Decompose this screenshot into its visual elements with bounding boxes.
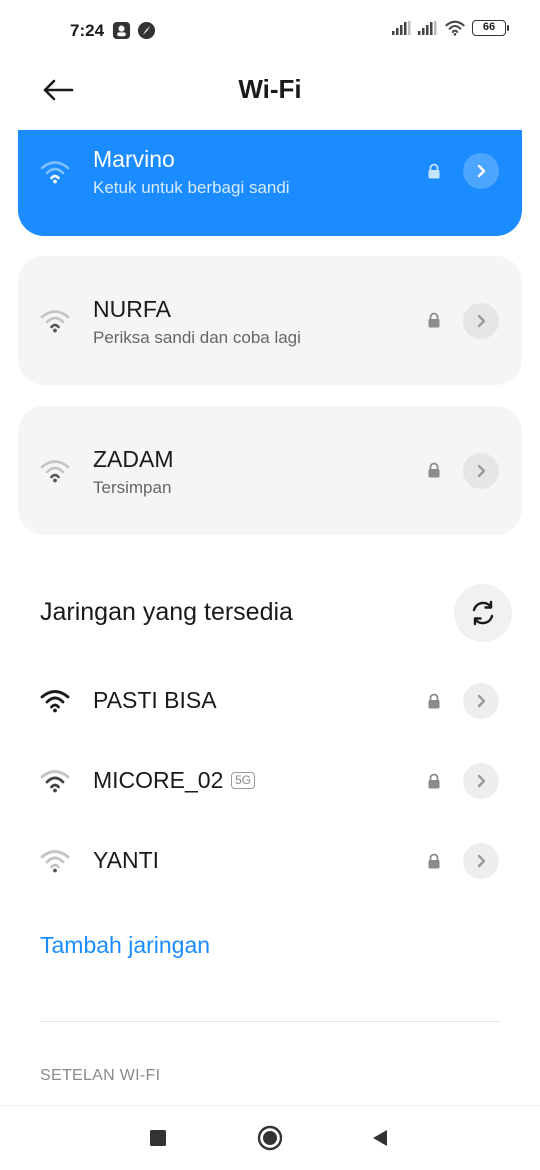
network-name: ZADAM: [93, 446, 174, 472]
divider: [40, 1021, 500, 1022]
status-time: 7:24: [70, 21, 105, 40]
network-status: Ketuk untuk berbagi sandi: [93, 178, 290, 197]
network-card-saved[interactable]: NURFA Periksa sandi dan coba lagi: [18, 256, 522, 385]
lock-icon: [428, 312, 440, 328]
wifi-icon: [40, 310, 70, 333]
chevron-right-icon: [477, 774, 486, 788]
network-card-connected[interactable]: Marvino Ketuk untuk berbagi sandi: [18, 130, 522, 236]
refresh-button[interactable]: [454, 584, 512, 642]
chevron-right-icon: [477, 854, 486, 868]
network-name: NURFA: [93, 296, 171, 322]
network-status: Periksa sandi dan coba lagi: [93, 328, 301, 347]
notification-app-icon: [112, 21, 131, 40]
navigation-bar: [0, 1105, 540, 1170]
network-details-button[interactable]: [463, 763, 499, 799]
nav-back-button[interactable]: [360, 1118, 400, 1158]
home-button[interactable]: [250, 1118, 290, 1158]
chevron-right-icon: [477, 314, 486, 328]
lock-icon: [428, 462, 440, 478]
available-network-item[interactable]: YANTI: [0, 826, 540, 896]
network-name: YANTI: [93, 847, 160, 873]
network-name: Marvino: [93, 146, 175, 172]
add-network-link[interactable]: Tambah jaringan: [40, 932, 210, 959]
network-details-button[interactable]: [463, 303, 499, 339]
wifi-icon: [40, 460, 70, 483]
square-icon: [150, 1130, 166, 1146]
lock-icon: [428, 163, 440, 179]
network-details-button[interactable]: [463, 453, 499, 489]
page-title: Wi-Fi: [238, 74, 302, 104]
network-details-button[interactable]: [463, 153, 499, 189]
lock-icon: [428, 773, 440, 789]
available-network-item[interactable]: PASTI BISA: [0, 666, 540, 736]
battery-icon: 66: [472, 20, 509, 36]
status-bar: 7:24 66: [0, 0, 540, 62]
wifi-icon: [40, 161, 70, 184]
lock-icon: [428, 853, 440, 869]
recents-button[interactable]: [138, 1118, 178, 1158]
triangle-back-icon: [373, 1130, 387, 1146]
network-card-saved[interactable]: ZADAM Tersimpan: [18, 406, 522, 535]
network-details-button[interactable]: [463, 683, 499, 719]
network-status: Tersimpan: [93, 478, 172, 497]
notification-compass-icon: [137, 21, 156, 40]
wifi-icon: [40, 770, 70, 793]
wifi-status-icon: [445, 20, 465, 36]
network-details-button[interactable]: [463, 843, 499, 879]
status-indicators: 66: [392, 20, 509, 36]
network-name: MICORE_02: [93, 767, 224, 793]
wifi-icon: [40, 850, 70, 873]
app-header: Wi-Fi: [0, 62, 540, 120]
wifi-settings-section-label: SETELAN WI-FI: [40, 1067, 161, 1084]
available-networks-title: Jaringan yang tersedia: [40, 598, 293, 626]
refresh-icon: [472, 600, 494, 626]
chevron-right-icon: [477, 694, 486, 708]
band-badge: 5G: [231, 772, 256, 789]
lock-icon: [428, 693, 440, 709]
signal-icon: [392, 21, 411, 35]
signal-icon: [418, 21, 437, 35]
chevron-right-icon: [477, 464, 486, 478]
available-network-item[interactable]: MICORE_02 5G: [0, 746, 540, 816]
wifi-icon: [40, 690, 70, 713]
circle-icon: [257, 1125, 283, 1151]
chevron-right-icon: [477, 164, 486, 178]
network-name: PASTI BISA: [93, 687, 217, 713]
